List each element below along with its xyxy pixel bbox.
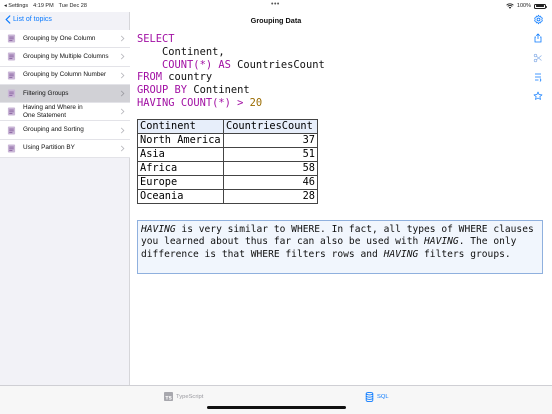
sidebar-item-grouping-column-number[interactable]: Grouping by Column Number <box>0 66 130 85</box>
table-cell: Oceania <box>137 189 224 204</box>
sidebar-item-label: Filtering Groups <box>23 89 69 97</box>
sql-keyword-from: FROM <box>137 71 163 84</box>
table-cell: 51 <box>223 147 318 162</box>
column-header: CountriesCount <box>223 119 318 134</box>
sidebar-item-grouping-and-sorting[interactable]: Grouping and Sorting <box>0 121 130 140</box>
chevron-right-icon <box>120 90 125 97</box>
column-header: Continent <box>137 119 224 134</box>
share-icon[interactable] <box>533 33 543 43</box>
table-cell: Europe <box>137 175 224 190</box>
typescript-icon: TS <box>164 392 173 401</box>
sidebar-item-label: Using Partition BY <box>23 144 75 152</box>
chevron-left-icon <box>5 15 11 24</box>
sql-column: Continent, <box>162 45 225 58</box>
sql-keyword-group-by: GROUP BY <box>137 84 188 97</box>
document-icon <box>7 52 16 61</box>
svg-text:TS: TS <box>165 395 172 401</box>
sidebar: List of topics Grouping by One Column Gr… <box>0 12 130 385</box>
result-table: Continent CountriesCount North America 3… <box>137 119 318 204</box>
settings-icon[interactable] <box>533 14 544 25</box>
note-keyword: HAVING <box>424 236 459 248</box>
back-button-label: List of topics <box>13 16 52 23</box>
sql-group-column: Continent <box>193 84 250 97</box>
table-cell: Africa <box>137 161 224 176</box>
sql-keyword-select: SELECT <box>137 33 175 45</box>
table-cell: 28 <box>223 189 318 204</box>
sql-having-expr: COUNT(*) > <box>180 96 244 109</box>
multitask-dots[interactable]: ••• <box>271 1 280 8</box>
table-cell: North America <box>137 133 224 148</box>
explanation-note: HAVING is very similar to WHERE. In fact… <box>137 220 543 274</box>
database-icon <box>365 392 374 402</box>
tab-typescript[interactable]: TS TypeScript <box>164 392 203 401</box>
sql-query: SELECT Continent, COUNT(*) AS CountriesC… <box>137 33 325 110</box>
sql-table: country <box>168 71 213 84</box>
topic-list: Grouping by One Column Grouping by Multi… <box>0 30 130 159</box>
sidebar-item-label: Having and Where in One Statement <box>23 103 83 119</box>
status-bar: ◂ Settings 4:19 PM Tue Dec 28 ••• 100% <box>0 0 552 12</box>
table-row: North America 37 <box>137 133 318 148</box>
document-icon <box>7 34 16 43</box>
note-text: filters groups. <box>418 248 511 260</box>
sidebar-item-grouping-multiple-columns[interactable]: Grouping by Multiple Columns <box>0 48 130 67</box>
document-icon <box>7 126 16 135</box>
sql-keyword-having: HAVING <box>137 96 175 109</box>
note-keyword: HAVING <box>383 248 419 260</box>
status-date: Tue Dec 28 <box>58 3 87 9</box>
table-row: Africa 58 <box>137 161 318 176</box>
document-icon <box>7 144 16 153</box>
table-row: Oceania 28 <box>137 189 318 204</box>
chevron-right-icon <box>120 35 125 42</box>
sql-having-value: 20 <box>249 96 263 109</box>
sidebar-item-having-and-where[interactable]: Having and Where in One Statement <box>0 103 130 122</box>
note-keyword: HAVING <box>141 224 176 235</box>
tab-label: SQL <box>377 394 389 400</box>
sidebar-item-grouping-one-column[interactable]: Grouping by One Column <box>0 30 130 49</box>
status-time: 4:19 PM <box>33 3 54 9</box>
table-cell: 46 <box>223 175 318 190</box>
sql-count: COUNT(*) <box>162 58 213 71</box>
tab-label: TypeScript <box>176 393 204 400</box>
chevron-right-icon <box>120 72 125 79</box>
sql-alias: CountriesCount <box>237 58 325 71</box>
text-format-icon[interactable] <box>533 72 543 82</box>
table-row: Europe 46 <box>137 175 318 190</box>
home-indicator[interactable] <box>207 406 346 409</box>
sidebar-item-label: Grouping by One Column <box>23 34 96 42</box>
back-button[interactable]: List of topics <box>5 15 52 24</box>
sidebar-item-label: Grouping by Multiple Columns <box>23 52 109 60</box>
scissors-icon[interactable] <box>533 53 543 63</box>
table-row: Asia 51 <box>137 147 318 162</box>
table-header-row: Continent CountriesCount <box>137 119 318 134</box>
sidebar-item-partition-by[interactable]: Using Partition BY <box>0 139 130 159</box>
table-cell: 37 <box>223 133 318 148</box>
chevron-right-icon <box>120 54 125 60</box>
sidebar-item-label: Grouping by Column Number <box>23 71 107 79</box>
sidebar-item-label: Grouping and Sorting <box>23 126 84 134</box>
document-icon <box>7 89 16 98</box>
wifi-icon <box>506 3 514 9</box>
document-icon <box>7 107 16 116</box>
chevron-right-icon <box>120 127 125 134</box>
battery-icon <box>534 3 547 9</box>
table-cell: Asia <box>137 147 224 162</box>
document-icon <box>7 71 16 80</box>
battery-percent: 100% <box>516 3 531 9</box>
status-carrier[interactable]: ◂ Settings <box>4 3 28 9</box>
sql-keyword-as: AS <box>218 58 231 71</box>
star-icon[interactable] <box>533 91 543 101</box>
page-title: Grouping Data <box>250 16 302 25</box>
tab-bar: TS TypeScript SQL <box>0 385 552 414</box>
chevron-right-icon <box>120 145 125 152</box>
chevron-right-icon <box>120 108 125 115</box>
tab-sql[interactable]: SQL <box>365 392 389 402</box>
sidebar-item-filtering-groups[interactable]: Filtering Groups <box>0 84 130 104</box>
table-cell: 58 <box>223 161 318 176</box>
